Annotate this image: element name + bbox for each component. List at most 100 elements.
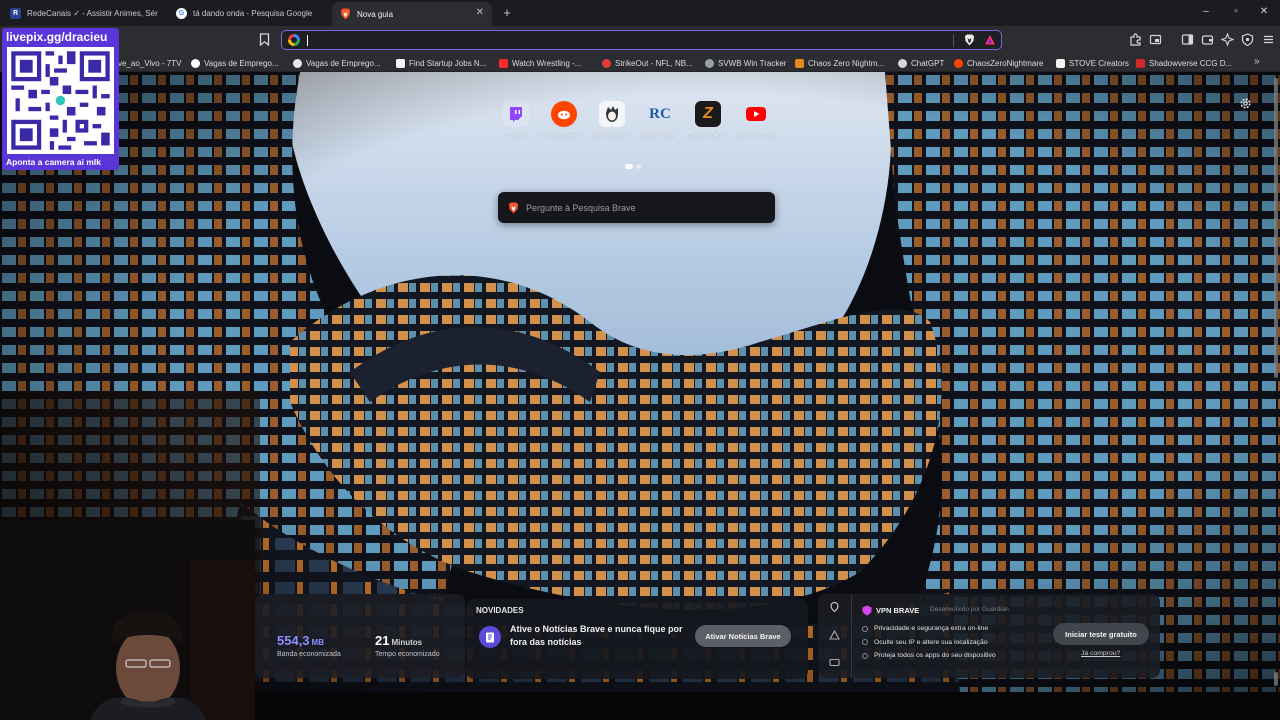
vpn-feature: Privacidade e segurança extra on-line bbox=[862, 622, 996, 636]
top-site-mapa-filme[interactable]: RC mapa filme... bbox=[636, 101, 684, 141]
page-dot[interactable] bbox=[636, 164, 641, 169]
bookmark-stove[interactable]: STOVE Creators bbox=[1056, 57, 1129, 69]
qr-code bbox=[7, 47, 114, 154]
bookmark-shadowverse[interactable]: Shadowverse CCG D... bbox=[1136, 57, 1232, 69]
brave-shields-icon[interactable] bbox=[964, 34, 975, 46]
enable-brave-news-button[interactable]: Ativar Notícias Brave bbox=[695, 625, 791, 647]
vpn-shield-icon[interactable] bbox=[1241, 33, 1254, 46]
tab-title: Nova guia bbox=[357, 9, 394, 19]
livepix-qr-panel: livepix.gg/dracieu Aponta a camera ai ml… bbox=[2, 28, 119, 170]
bookmark-label: StrikeOut - NFL, NB... bbox=[615, 58, 693, 68]
top-site-label: Ye Shungu... bbox=[592, 133, 632, 140]
sidebar-icon[interactable] bbox=[1181, 33, 1194, 46]
new-tab-button[interactable]: + bbox=[500, 5, 514, 20]
bookmark-label: ChatGPT bbox=[911, 58, 945, 68]
tab-redecanais[interactable]: R RedeCanais ✓ - Assistir Animes, Sér bbox=[2, 2, 168, 24]
bookmark-icon[interactable] bbox=[259, 33, 270, 46]
svwb-icon bbox=[705, 58, 714, 68]
top-site-chaoszero-reddit[interactable]: ChaosZero... bbox=[540, 101, 588, 140]
search-input[interactable] bbox=[526, 200, 761, 216]
bookmark-label: STOVE Creators bbox=[1069, 58, 1129, 68]
tab-nova-guia[interactable]: Nova guia ✕ bbox=[332, 2, 492, 26]
brave-search-box[interactable] bbox=[498, 192, 775, 223]
close-tab-icon[interactable]: ✕ bbox=[476, 7, 484, 18]
bookmark-chaoszeronightmare[interactable]: ChaosZeroNightmare bbox=[954, 57, 1043, 69]
brave-news-widget: NOVIDADES Ative o Notícias Brave e nunca… bbox=[466, 599, 808, 679]
rewards-triangle-icon[interactable] bbox=[829, 630, 840, 640]
vpn-logo-icon bbox=[862, 605, 872, 616]
address-bar[interactable] bbox=[281, 30, 1002, 50]
page-dot-active[interactable] bbox=[625, 164, 633, 169]
chatgpt-icon bbox=[898, 58, 907, 68]
bookmark-7tv[interactable]: ve_ao_Vivo - 7TV bbox=[118, 57, 181, 69]
bookmark-label: Vagas de Emprego... bbox=[306, 58, 381, 68]
bookmark-chaos-zero[interactable]: Chaos Zero Nightm... bbox=[795, 57, 884, 69]
stove-icon bbox=[1056, 58, 1065, 68]
vpn-developer: Desenvolvido por Guardian bbox=[930, 606, 1009, 613]
extensions-icon[interactable] bbox=[1129, 33, 1142, 46]
talk-video-icon[interactable] bbox=[829, 658, 840, 668]
top-site-label: (1) YouTube bbox=[737, 133, 775, 140]
vpn-feature-list: Privacidade e segurança extra on-line Oc… bbox=[862, 622, 996, 663]
bookmark-startup-jobs[interactable]: Find Startup Jobs N... bbox=[396, 57, 486, 69]
tab-google-search[interactable]: G tá dando onda - Pesquisa Google bbox=[168, 2, 332, 24]
anime-avatar-icon bbox=[599, 101, 625, 127]
top-site-youtube[interactable]: (1) YouTube bbox=[732, 101, 780, 140]
bookmark-label: Shadowverse CCG D... bbox=[1149, 58, 1233, 68]
gear-icon[interactable] bbox=[1239, 97, 1252, 110]
bookmarks-overflow-icon[interactable]: » bbox=[1254, 56, 1260, 67]
bookmark-vagas-1[interactable]: Vagas de Emprego... bbox=[191, 57, 279, 69]
top-site-ye-shungu[interactable]: Ye Shungu... bbox=[588, 101, 636, 140]
reddit-icon bbox=[551, 101, 577, 127]
wallet-icon[interactable] bbox=[1201, 33, 1214, 46]
page-scrollbar[interactable] bbox=[1274, 78, 1278, 378]
time-unit: Minutos bbox=[391, 638, 423, 647]
close-window-button[interactable]: ✕ bbox=[1257, 6, 1271, 17]
bookmark-label: Watch Wrestling -... bbox=[512, 58, 582, 68]
google-search-engine-icon bbox=[288, 34, 300, 46]
bookmark-chatgpt[interactable]: ChatGPT bbox=[898, 57, 944, 69]
menu-icon[interactable] bbox=[1262, 33, 1275, 46]
minimize-button[interactable]: – bbox=[1199, 6, 1213, 17]
bookmark-vagas-2[interactable]: Vagas de Emprego... bbox=[293, 57, 381, 69]
brave-search-icon bbox=[509, 202, 518, 214]
restore-button[interactable]: ▫ bbox=[1229, 6, 1243, 17]
time-value: 21 bbox=[375, 633, 390, 648]
tab-strip: R RedeCanais ✓ - Assistir Animes, Sér G … bbox=[0, 0, 1280, 26]
bookmark-strikeout[interactable]: StrikeOut - NFL, NB... bbox=[602, 57, 693, 69]
bookmark-label: Find Startup Jobs N... bbox=[409, 58, 487, 68]
reddit-icon bbox=[954, 58, 963, 68]
vpn-location-icon[interactable] bbox=[829, 602, 840, 612]
bookmark-label: ve_ao_Vivo - 7TV bbox=[118, 58, 182, 68]
top-site-chaos-zero[interactable]: Z Chaos Zero... bbox=[684, 101, 732, 140]
leo-ai-icon[interactable] bbox=[1221, 33, 1234, 46]
news-promo-text: Ative o Notícias Brave e nunca fique por… bbox=[510, 624, 683, 647]
qr-panel-title: livepix.gg/dracieu bbox=[6, 30, 108, 44]
top-site-label: mapa filme... bbox=[639, 133, 681, 140]
bookmark-watch-wrestling[interactable]: Watch Wrestling -... bbox=[499, 57, 581, 69]
brave-rewards-icon[interactable] bbox=[984, 34, 996, 46]
vpn-feature-text: Proteja todos os apps do seu dispositivo bbox=[874, 652, 996, 660]
top-site-label: Chaos Zero... bbox=[686, 133, 730, 140]
chaos-zero-icon: Z bbox=[695, 101, 721, 127]
already-purchased-link[interactable]: Já comprou? bbox=[1081, 650, 1120, 657]
shadowverse-icon bbox=[1136, 58, 1145, 68]
redecanais-icon: R bbox=[10, 7, 21, 19]
globe-icon bbox=[293, 58, 302, 68]
google-icon: G bbox=[176, 7, 187, 19]
youtube-icon bbox=[499, 58, 508, 68]
bullet-icon bbox=[862, 652, 868, 659]
bookmark-svwb[interactable]: SVWB Win Tracker bbox=[705, 57, 786, 69]
bookmark-label: SVWB Win Tracker bbox=[718, 58, 787, 68]
vpn-feature: Oculte seu IP e altere sua localização bbox=[862, 636, 996, 650]
bookmarks-bar: ve_ao_Vivo - 7TV Vagas de Emprego... Vag… bbox=[0, 54, 1280, 72]
address-input[interactable] bbox=[306, 32, 946, 48]
media-icon[interactable] bbox=[1149, 33, 1162, 46]
webcam-overlay bbox=[0, 520, 255, 720]
page-scrollbar-end[interactable] bbox=[1274, 672, 1278, 686]
top-site-label: Twitch bbox=[506, 133, 526, 140]
start-free-trial-button[interactable]: Iniciar teste gratuito bbox=[1053, 623, 1149, 645]
vpn-title: VPN BRAVE bbox=[876, 606, 920, 615]
bookmark-label: ChaosZeroNightmare bbox=[967, 58, 1044, 68]
top-site-twitch[interactable]: Twitch bbox=[492, 101, 540, 140]
